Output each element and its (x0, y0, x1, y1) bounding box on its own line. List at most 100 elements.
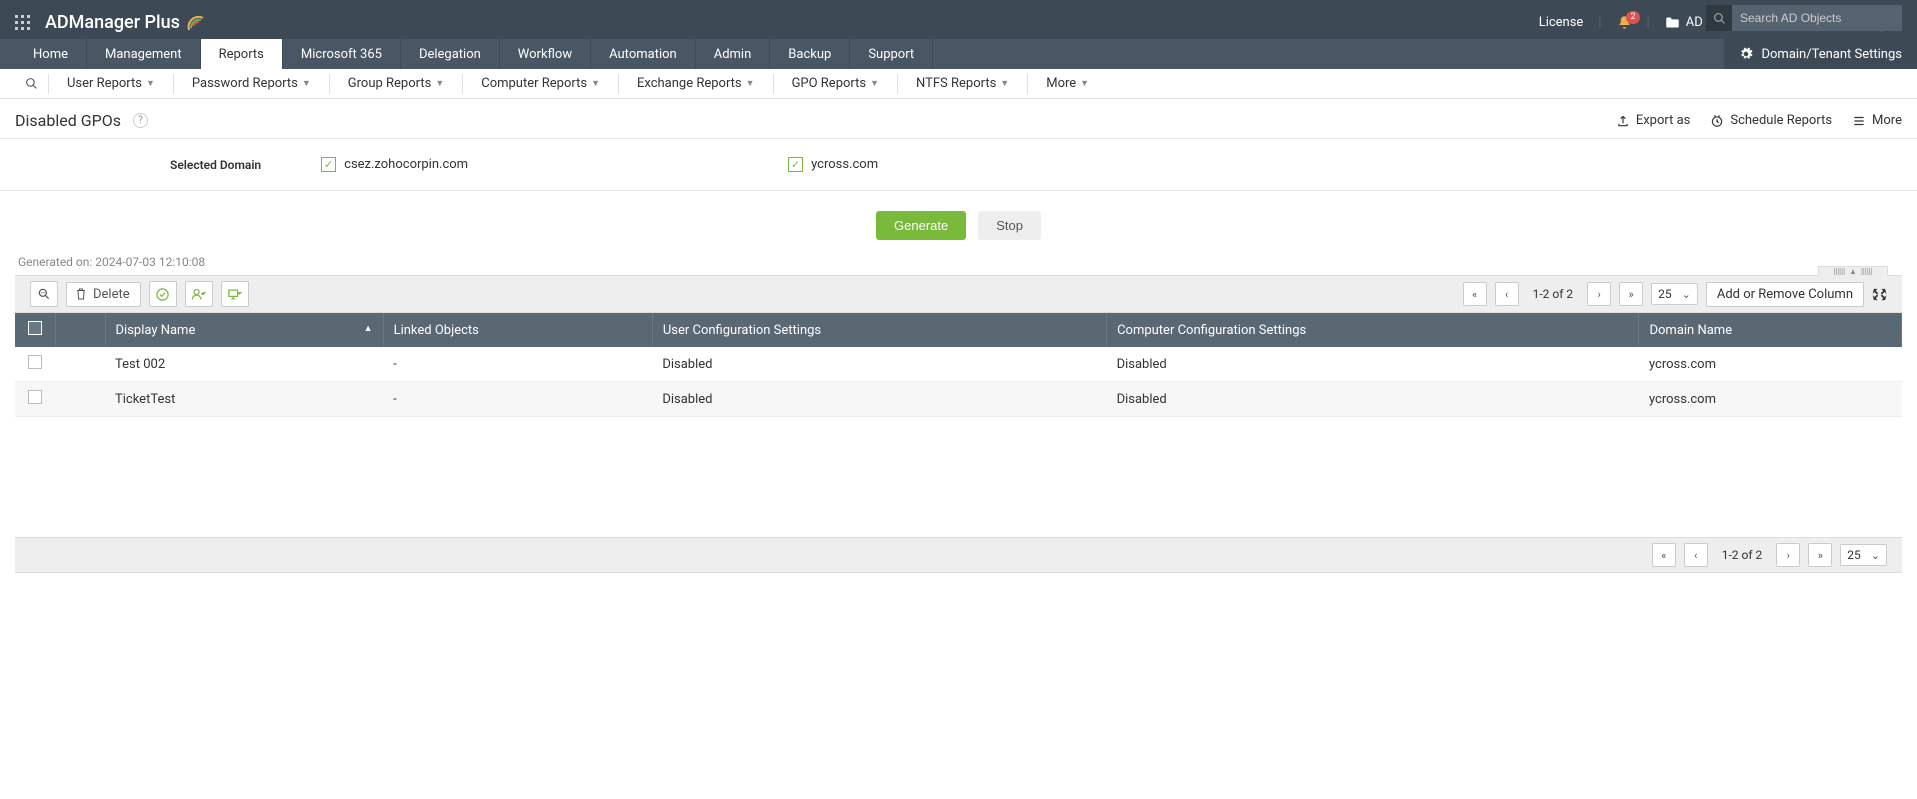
global-search-icon[interactable] (1706, 5, 1732, 31)
domain-check-2[interactable]: ✓ ycross.com (788, 157, 878, 172)
subnav-more[interactable]: More▼ (1028, 74, 1107, 94)
generate-button[interactable]: Generate (876, 211, 966, 240)
header-user-config[interactable]: User Configuration Settings (652, 313, 1106, 347)
checkbox-checked-icon[interactable]: ✓ (788, 157, 803, 172)
enable-circle-icon[interactable] (149, 281, 177, 307)
enable-computer-icon[interactable] (221, 281, 249, 307)
chevron-down-icon: ▼ (1000, 78, 1009, 89)
header-domain-name[interactable]: Domain Name (1639, 313, 1902, 347)
notification-badge: 2 (1626, 11, 1639, 24)
cell-display-name: Test 002 (105, 347, 383, 382)
sort-asc-icon: ▲ (364, 323, 373, 334)
nav-management[interactable]: Management (87, 39, 201, 69)
nav-support[interactable]: Support (850, 39, 933, 69)
subnav-gpo-reports[interactable]: GPO Reports▼ (774, 74, 898, 94)
app-logo[interactable]: ADManager Plus (45, 12, 207, 34)
row-checkbox[interactable] (28, 390, 42, 404)
results-table: Display Name▲ Linked Objects User Config… (15, 313, 1902, 417)
pager-first[interactable]: « (1463, 282, 1487, 306)
sub-nav: User Reports▼ Password Reports▼ Group Re… (0, 69, 1917, 99)
toolbar-right: « ‹ 1-2 of 2 › » 25⌄ Add or Remove Colum… (1463, 282, 1887, 307)
help-icon[interactable]: ? (133, 113, 148, 128)
subnav-ntfs-reports[interactable]: NTFS Reports▼ (898, 74, 1028, 94)
chevron-down-icon: ▼ (435, 78, 444, 89)
header-linked-objects[interactable]: Linked Objects (383, 313, 652, 347)
nav-backup[interactable]: Backup (770, 39, 850, 69)
collapse-handle[interactable]: ||||||▲|||||| (1818, 266, 1888, 276)
domain-tenant-settings-button[interactable]: Domain/Tenant Settings (1724, 39, 1917, 69)
filter-search-icon[interactable] (30, 281, 58, 307)
bottom-pager-info: 1-2 of 2 (1716, 548, 1769, 562)
cell-display-name: TicketTest (105, 382, 383, 417)
generate-row: Generate Stop (0, 191, 1917, 255)
table-row: TicketTest - Disabled Disabled ycross.co… (15, 382, 1902, 417)
domain-name-2: ycross.com (811, 157, 878, 172)
app-name: ADManager Plus (45, 12, 180, 33)
delete-button[interactable]: Delete (66, 282, 141, 307)
enable-user-icon[interactable] (185, 281, 213, 307)
cell-user-cfg: Disabled (652, 347, 1106, 382)
nav-reports[interactable]: Reports (201, 39, 283, 69)
bottom-pager: « ‹ 1-2 of 2 › » 25⌄ (15, 537, 1902, 573)
cell-comp-cfg: Disabled (1107, 347, 1639, 382)
checkbox-checked-icon[interactable]: ✓ (321, 157, 336, 172)
nav-workflow[interactable]: Workflow (500, 39, 591, 69)
fullscreen-icon[interactable] (1872, 287, 1887, 302)
table-toolbar: ||||||▲|||||| Delete « ‹ 1-2 of 2 › » 25… (15, 275, 1902, 313)
nav-automation[interactable]: Automation (591, 39, 696, 69)
chevron-down-icon: ⌄ (1682, 288, 1691, 301)
more-button[interactable]: More (1852, 113, 1902, 128)
cell-domain: ycross.com (1639, 347, 1902, 382)
header-computer-config[interactable]: Computer Configuration Settings (1107, 313, 1639, 347)
pager-prev[interactable]: ‹ (1495, 282, 1519, 306)
row-checkbox[interactable] (28, 355, 42, 369)
domain-name-1: csez.zohocorpin.com (344, 157, 468, 172)
chevron-down-icon: ⌄ (1871, 549, 1880, 562)
pagesize-select[interactable]: 25⌄ (1651, 283, 1698, 305)
generated-on-text: Generated on: 2024-07-03 12:10:08 (0, 255, 1917, 275)
bottom-pager-first[interactable]: « (1652, 543, 1676, 567)
bottom-pager-next[interactable]: › (1776, 543, 1800, 567)
subnav-password-reports[interactable]: Password Reports▼ (174, 74, 330, 94)
subnav-computer-reports[interactable]: Computer Reports▼ (463, 74, 619, 94)
export-as-button[interactable]: Export as (1616, 113, 1691, 128)
gear-icon (1739, 47, 1753, 61)
header-display-name[interactable]: Display Name▲ (105, 313, 383, 347)
bottom-pager-prev[interactable]: ‹ (1684, 543, 1708, 567)
cell-linked: - (383, 347, 652, 382)
nav-admin[interactable]: Admin (696, 39, 771, 69)
trash-icon (75, 287, 87, 301)
page-header: Disabled GPOs ? Export as Schedule Repor… (0, 99, 1917, 139)
add-remove-column-button[interactable]: Add or Remove Column (1706, 282, 1864, 307)
subnav-group-reports[interactable]: Group Reports▼ (330, 74, 463, 94)
domain-check-1[interactable]: ✓ csez.zohocorpin.com (321, 157, 468, 172)
bottom-pager-last[interactable]: » (1808, 543, 1832, 567)
logo-arc-icon (185, 12, 207, 34)
header-blank (55, 313, 105, 347)
pager-next[interactable]: › (1587, 282, 1611, 306)
header-checkbox[interactable] (15, 313, 55, 347)
pager-last[interactable]: » (1619, 282, 1643, 306)
global-search-input[interactable] (1732, 5, 1902, 31)
nav-home[interactable]: Home (15, 39, 87, 69)
subnav-exchange-reports[interactable]: Exchange Reports▼ (619, 74, 774, 94)
subnav-search-icon[interactable] (15, 74, 49, 94)
global-search (1706, 5, 1902, 31)
pager-info: 1-2 of 2 (1527, 287, 1580, 301)
nav-delegation[interactable]: Delegation (401, 39, 500, 69)
nav-microsoft365[interactable]: Microsoft 365 (283, 39, 401, 69)
page-title: Disabled GPOs (15, 111, 121, 130)
cell-domain: ycross.com (1639, 382, 1902, 417)
bottom-pagesize-select[interactable]: 25⌄ (1840, 544, 1887, 566)
chevron-down-icon: ▼ (1080, 78, 1089, 89)
cell-comp-cfg: Disabled (1107, 382, 1639, 417)
license-link[interactable]: License (1539, 15, 1584, 30)
folder-icon (1665, 16, 1680, 29)
schedule-reports-button[interactable]: Schedule Reports (1710, 113, 1832, 128)
notifications-button[interactable]: 2 (1617, 15, 1632, 30)
subnav-user-reports[interactable]: User Reports▼ (49, 74, 174, 94)
chevron-down-icon: ▼ (870, 78, 879, 89)
stop-button[interactable]: Stop (978, 211, 1041, 240)
apps-grid-icon[interactable] (15, 15, 30, 30)
header-actions: Export as Schedule Reports More (1616, 113, 1902, 128)
